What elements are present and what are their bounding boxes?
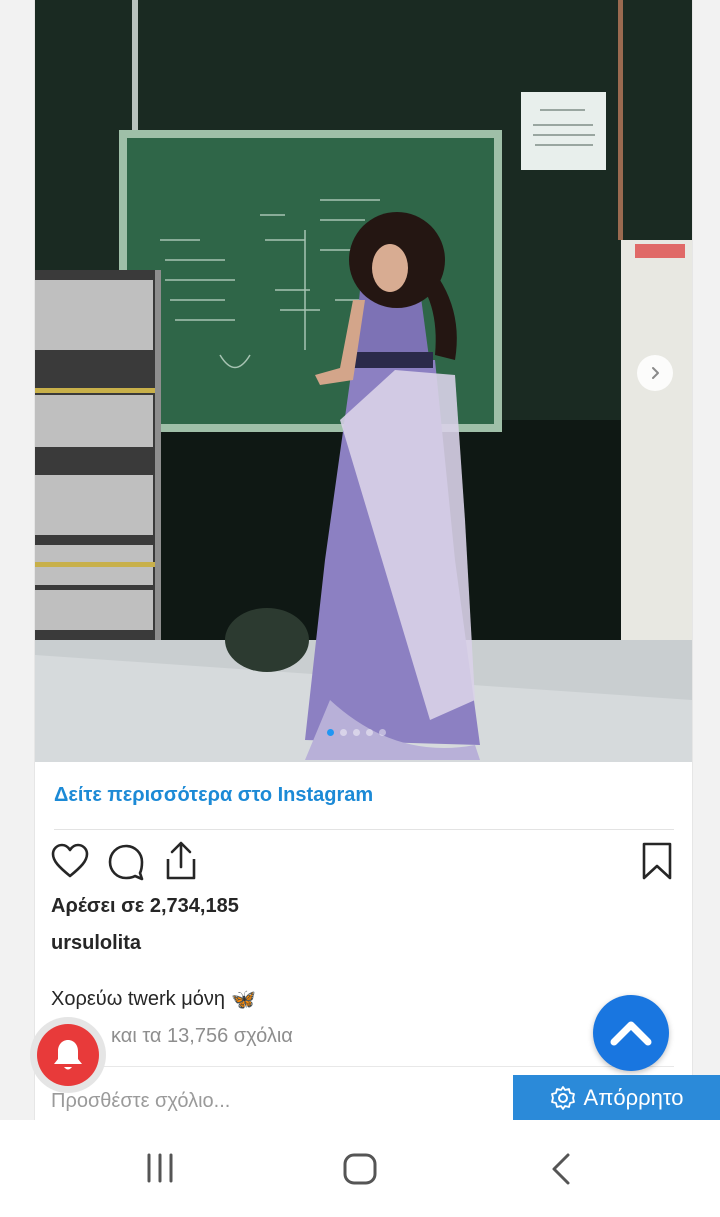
- instagram-embed-card: Δείτε περισσότερα στο Instagram Αρέσει σ…: [34, 0, 693, 1120]
- privacy-button[interactable]: Απόρρητο: [513, 1075, 720, 1121]
- back-icon: [552, 1153, 570, 1185]
- caption-text: Χορεύω twerk μόνη: [51, 988, 225, 1010]
- carousel-dot: [353, 729, 360, 736]
- carousel-next-button[interactable]: [637, 355, 673, 391]
- recents-icon: [147, 1153, 173, 1183]
- carousel-dot: [379, 729, 386, 736]
- comment-button[interactable]: [107, 843, 145, 886]
- like-button[interactable]: [51, 843, 89, 884]
- likes-count[interactable]: Αρέσει σε 2,734,185: [51, 895, 239, 918]
- notification-bell-button[interactable]: [30, 1017, 106, 1093]
- see-more-on-instagram-link[interactable]: Δείτε περισσότερα στο Instagram: [54, 784, 373, 807]
- gear-icon: [550, 1086, 575, 1110]
- save-button[interactable]: [641, 841, 673, 886]
- notification-bell-circle: [37, 1024, 99, 1086]
- nav-back-button[interactable]: [548, 1152, 576, 1191]
- home-icon: [343, 1153, 377, 1185]
- scroll-to-top-button[interactable]: [593, 995, 669, 1071]
- carousel-dot: [340, 729, 347, 736]
- chevron-up-icon: [610, 1021, 652, 1046]
- share-icon: [166, 841, 196, 880]
- post-caption: Χορεύω twerk μόνη 🦋: [51, 987, 256, 1012]
- view-comments-link[interactable]: και τα 13,756 σχόλια: [111, 1025, 293, 1048]
- heart-icon: [51, 843, 89, 878]
- android-navigation-bar: [0, 1120, 720, 1217]
- bookmark-icon: [642, 842, 672, 880]
- share-button[interactable]: [163, 841, 199, 886]
- divider: [54, 829, 674, 830]
- comment-icon: [108, 844, 144, 881]
- butterfly-emoji: 🦋: [230, 989, 256, 1011]
- post-photo[interactable]: [35, 0, 692, 762]
- carousel-dots: [327, 729, 386, 736]
- nav-recents-button[interactable]: [144, 1152, 176, 1189]
- post-username[interactable]: ursulolita: [51, 932, 141, 955]
- chevron-right-icon: [652, 367, 659, 379]
- carousel-dot-active: [327, 729, 334, 736]
- carousel-dot: [366, 729, 373, 736]
- nav-home-button[interactable]: [342, 1152, 378, 1191]
- privacy-label: Απόρρητο: [583, 1085, 684, 1110]
- bell-icon: [54, 1040, 82, 1070]
- add-comment-input[interactable]: Προσθέστε σχόλιο...: [51, 1090, 230, 1113]
- divider: [54, 1066, 674, 1067]
